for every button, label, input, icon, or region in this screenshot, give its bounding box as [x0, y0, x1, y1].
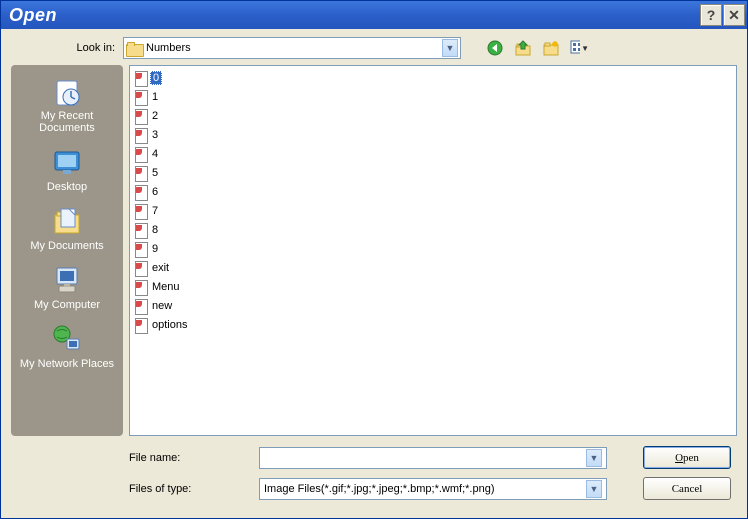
image-file-icon: [134, 204, 148, 218]
cancel-button[interactable]: Cancel: [643, 477, 731, 500]
place-network[interactable]: My Network Places: [11, 319, 123, 378]
folder-icon: [126, 42, 142, 55]
mydocs-icon: [51, 205, 83, 237]
image-file-icon: [134, 318, 148, 332]
lookin-combo[interactable]: Numbers ▼: [123, 37, 461, 59]
file-name: Menu: [150, 281, 182, 293]
chevron-down-icon[interactable]: ▼: [586, 480, 602, 498]
file-name: 2: [150, 110, 160, 122]
image-file-icon: [134, 223, 148, 237]
titlebar: Open ? ✕: [1, 1, 747, 29]
up-one-level-icon[interactable]: [513, 38, 533, 58]
filename-label: File name:: [129, 452, 259, 464]
image-file-icon: [134, 242, 148, 256]
image-file-icon: [134, 185, 148, 199]
places-bar: My Recent Documents Desktop My Documents My…: [11, 65, 123, 436]
filetype-label: Files of type:: [129, 483, 259, 495]
file-item[interactable]: 3: [132, 125, 734, 144]
views-icon[interactable]: ▼: [569, 38, 589, 58]
mycomputer-icon: [51, 264, 83, 296]
new-folder-icon[interactable]: [541, 38, 561, 58]
image-file-icon: [134, 166, 148, 180]
file-item[interactable]: new: [132, 296, 734, 315]
file-item[interactable]: options: [132, 315, 734, 334]
image-file-icon: [134, 261, 148, 275]
file-item[interactable]: 2: [132, 106, 734, 125]
place-mycomputer[interactable]: My Computer: [11, 260, 123, 319]
chevron-down-icon: ▼: [581, 44, 589, 53]
file-item[interactable]: Menu: [132, 277, 734, 296]
file-item[interactable]: 8: [132, 220, 734, 239]
file-item[interactable]: 6: [132, 182, 734, 201]
image-file-icon: [134, 147, 148, 161]
file-name: 5: [150, 167, 160, 179]
chevron-down-icon[interactable]: ▼: [586, 449, 602, 467]
filetype-select[interactable]: Image Files(*.gif;*.jpg;*.jpeg;*.bmp;*.w…: [259, 478, 607, 500]
file-item[interactable]: exit: [132, 258, 734, 277]
place-label: My Documents: [30, 240, 103, 252]
file-name: 1: [150, 91, 160, 103]
close-button[interactable]: ✕: [723, 4, 745, 26]
image-file-icon: [134, 90, 148, 104]
place-label: Desktop: [47, 181, 87, 193]
file-item[interactable]: 7: [132, 201, 734, 220]
file-name: exit: [150, 262, 171, 274]
file-name: 3: [150, 129, 160, 141]
place-label: My Network Places: [20, 358, 114, 370]
back-icon[interactable]: [485, 38, 505, 58]
image-file-icon: [134, 280, 148, 294]
file-name: new: [150, 300, 174, 312]
file-name: 4: [150, 148, 160, 160]
filename-input[interactable]: ▼: [259, 447, 607, 469]
image-file-icon: [134, 71, 148, 85]
file-name: 9: [150, 243, 160, 255]
help-button[interactable]: ?: [700, 4, 722, 26]
place-label: My Computer: [34, 299, 100, 311]
file-name: 7: [150, 205, 160, 217]
file-name: 0: [150, 71, 162, 85]
file-name: 6: [150, 186, 160, 198]
file-item[interactable]: 9: [132, 239, 734, 258]
window-title: Open: [9, 5, 699, 26]
place-label: My Recent Documents: [15, 110, 119, 134]
image-file-icon: [134, 299, 148, 313]
file-name: options: [150, 319, 189, 331]
file-item[interactable]: 1: [132, 87, 734, 106]
lookin-value: Numbers: [146, 42, 442, 54]
image-file-icon: [134, 109, 148, 123]
place-mydocs[interactable]: My Documents: [11, 201, 123, 260]
image-file-icon: [134, 128, 148, 142]
open-dialog: Open ? ✕ Look in: Numbers ▼: [0, 0, 748, 519]
file-list[interactable]: 0 1 2 3 4 5 6 7 8 9 exit Menu new options: [129, 65, 737, 436]
file-name: 8: [150, 224, 160, 236]
place-recent[interactable]: My Recent Documents: [11, 71, 123, 142]
desktop-icon: [51, 146, 83, 178]
recent-icon: [51, 75, 83, 107]
chevron-down-icon[interactable]: ▼: [442, 39, 458, 57]
file-item[interactable]: 5: [132, 163, 734, 182]
network-icon: [51, 323, 83, 355]
file-item[interactable]: 0: [132, 68, 734, 87]
open-button[interactable]: Open: [643, 446, 731, 469]
lookin-label: Look in:: [63, 42, 123, 54]
file-item[interactable]: 4: [132, 144, 734, 163]
place-desktop[interactable]: Desktop: [11, 142, 123, 201]
